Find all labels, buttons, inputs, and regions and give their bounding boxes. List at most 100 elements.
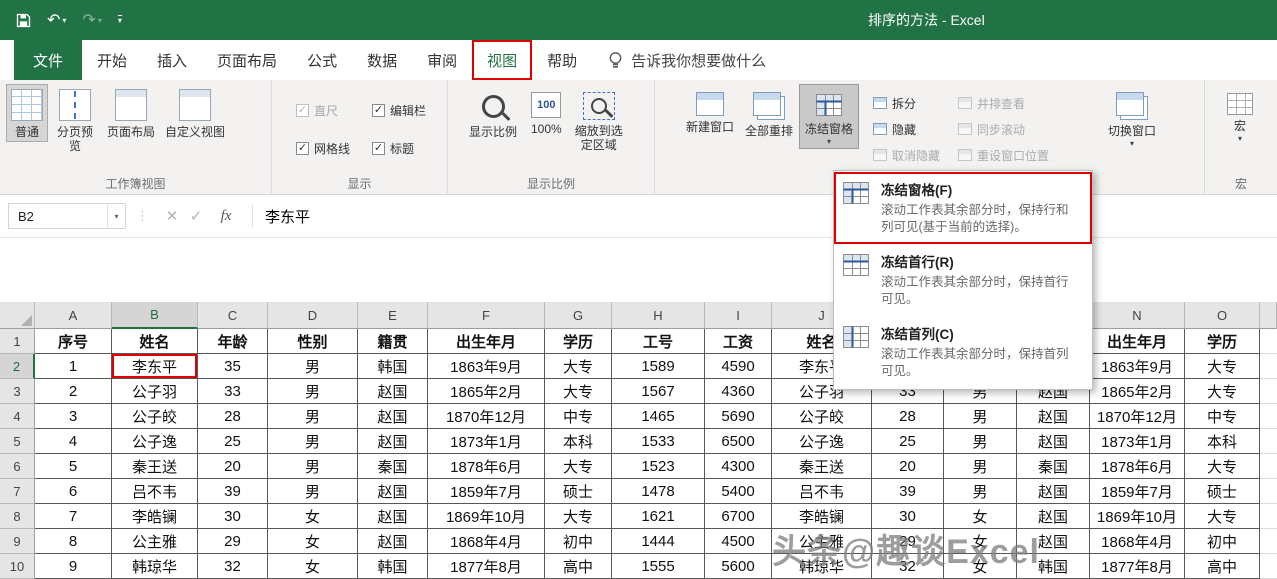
cell-F10[interactable]: 1877年8月 bbox=[428, 554, 545, 579]
cell-I9[interactable]: 4500 bbox=[705, 529, 772, 554]
cell-G8[interactable]: 大专 bbox=[545, 504, 612, 529]
cell-D7[interactable]: 男 bbox=[268, 479, 358, 504]
row-header-9[interactable]: 9 bbox=[0, 529, 35, 554]
view-side-by-side-button[interactable]: 并排查看 bbox=[958, 94, 1049, 112]
formula-bar-drag-handle[interactable]: ⋮ bbox=[136, 208, 150, 224]
cell-E8[interactable]: 赵国 bbox=[358, 504, 428, 529]
cell-D3[interactable]: 男 bbox=[268, 379, 358, 404]
split-button[interactable]: 拆分 bbox=[873, 94, 940, 112]
cell-N1[interactable]: 出生年月 bbox=[1090, 329, 1185, 354]
cell-C10[interactable]: 32 bbox=[198, 554, 268, 579]
cell-H9[interactable]: 1444 bbox=[612, 529, 705, 554]
save-button[interactable] bbox=[16, 13, 31, 28]
cell-O6[interactable]: 大专 bbox=[1185, 454, 1260, 479]
column-header-D[interactable]: D bbox=[268, 302, 358, 329]
cell-A5[interactable]: 4 bbox=[35, 429, 112, 454]
cell-O10[interactable]: 高中 bbox=[1185, 554, 1260, 579]
cell-G9[interactable]: 初中 bbox=[545, 529, 612, 554]
tab-insert[interactable]: 插入 bbox=[142, 40, 202, 80]
select-all-corner[interactable] bbox=[0, 302, 35, 329]
cell-J4[interactable]: 公子皎 bbox=[772, 404, 872, 429]
cell-G5[interactable]: 本科 bbox=[545, 429, 612, 454]
cell-A3[interactable]: 2 bbox=[35, 379, 112, 404]
name-box-dropdown-icon[interactable]: ▾ bbox=[107, 204, 125, 228]
cell-N7[interactable]: 1859年7月 bbox=[1090, 479, 1185, 504]
cell-K4[interactable]: 28 bbox=[872, 404, 944, 429]
tab-file[interactable]: 文件 bbox=[14, 40, 82, 80]
column-header-H[interactable]: H bbox=[612, 302, 705, 329]
cell-P4[interactable] bbox=[1260, 404, 1277, 429]
cell-F8[interactable]: 1869年10月 bbox=[428, 504, 545, 529]
cell-H3[interactable]: 1567 bbox=[612, 379, 705, 404]
cell-P6[interactable] bbox=[1260, 454, 1277, 479]
cell-I1[interactable]: 工资 bbox=[705, 329, 772, 354]
cell-G7[interactable]: 硕士 bbox=[545, 479, 612, 504]
cell-B2[interactable]: 李东平 bbox=[112, 354, 198, 379]
row-header-5[interactable]: 5 bbox=[0, 429, 35, 454]
cell-A1[interactable]: 序号 bbox=[35, 329, 112, 354]
cell-D5[interactable]: 男 bbox=[268, 429, 358, 454]
cell-A6[interactable]: 5 bbox=[35, 454, 112, 479]
cell-C7[interactable]: 39 bbox=[198, 479, 268, 504]
cell-P7[interactable] bbox=[1260, 479, 1277, 504]
page-break-preview-button[interactable]: 分页预览 bbox=[48, 84, 102, 156]
cell-D6[interactable]: 男 bbox=[268, 454, 358, 479]
macros-button[interactable]: 宏 ▾ bbox=[1222, 84, 1258, 146]
synchronous-scrolling-button[interactable]: 同步滚动 bbox=[958, 120, 1049, 138]
cell-G3[interactable]: 大专 bbox=[545, 379, 612, 404]
cell-C2[interactable]: 35 bbox=[198, 354, 268, 379]
row-header-8[interactable]: 8 bbox=[0, 504, 35, 529]
row-header-6[interactable]: 6 bbox=[0, 454, 35, 479]
cell-E9[interactable]: 赵国 bbox=[358, 529, 428, 554]
cell-E2[interactable]: 韩国 bbox=[358, 354, 428, 379]
cell-P3[interactable] bbox=[1260, 379, 1277, 404]
cell-B3[interactable]: 公子羽 bbox=[112, 379, 198, 404]
cell-I7[interactable]: 5400 bbox=[705, 479, 772, 504]
cell-J5[interactable]: 公子逸 bbox=[772, 429, 872, 454]
cell-H5[interactable]: 1533 bbox=[612, 429, 705, 454]
column-header-O[interactable]: O bbox=[1185, 302, 1260, 329]
menu-item-freeze-panes[interactable]: 冻结窗格(F) 滚动工作表其余部分时，保持行和列可见(基于当前的选择)。 bbox=[834, 172, 1092, 244]
cell-F2[interactable]: 1863年9月 bbox=[428, 354, 545, 379]
cell-E4[interactable]: 赵国 bbox=[358, 404, 428, 429]
zoom-100-button[interactable]: 100 100% bbox=[526, 84, 567, 139]
formula-bar-value[interactable]: 李东平 bbox=[265, 206, 310, 227]
cell-B10[interactable]: 韩琼华 bbox=[112, 554, 198, 579]
cell-C6[interactable]: 20 bbox=[198, 454, 268, 479]
cell-E1[interactable]: 籍贯 bbox=[358, 329, 428, 354]
cell-N4[interactable]: 1870年12月 bbox=[1090, 404, 1185, 429]
menu-item-freeze-first-column[interactable]: 冻结首列(C) 滚动工作表其余部分时，保持首列可见。 bbox=[834, 316, 1092, 388]
cell-L4[interactable]: 男 bbox=[944, 404, 1017, 429]
cell-O5[interactable]: 本科 bbox=[1185, 429, 1260, 454]
cell-B9[interactable]: 公主雅 bbox=[112, 529, 198, 554]
cell-D4[interactable]: 男 bbox=[268, 404, 358, 429]
column-header-C[interactable]: C bbox=[198, 302, 268, 329]
cell-C1[interactable]: 年龄 bbox=[198, 329, 268, 354]
enter-formula-icon[interactable]: ✓ bbox=[184, 207, 208, 225]
cell-E3[interactable]: 赵国 bbox=[358, 379, 428, 404]
cell-N8[interactable]: 1869年10月 bbox=[1090, 504, 1185, 529]
undo-button[interactable]: ↶▾ bbox=[47, 10, 66, 30]
cell-B7[interactable]: 吕不韦 bbox=[112, 479, 198, 504]
cell-M5[interactable]: 赵国 bbox=[1017, 429, 1090, 454]
cell-O7[interactable]: 硕士 bbox=[1185, 479, 1260, 504]
cell-J7[interactable]: 吕不韦 bbox=[772, 479, 872, 504]
formula-bar-checkbox[interactable]: 编辑栏 bbox=[372, 102, 426, 119]
column-header-A[interactable]: A bbox=[35, 302, 112, 329]
switch-windows-button[interactable]: 切换窗口 ▾ bbox=[1101, 84, 1163, 151]
cell-A10[interactable]: 9 bbox=[35, 554, 112, 579]
cell-E6[interactable]: 秦国 bbox=[358, 454, 428, 479]
cell-B5[interactable]: 公子逸 bbox=[112, 429, 198, 454]
cell-D10[interactable]: 女 bbox=[268, 554, 358, 579]
page-layout-view-button[interactable]: 页面布局 bbox=[102, 84, 160, 142]
cell-F9[interactable]: 1868年4月 bbox=[428, 529, 545, 554]
cell-I5[interactable]: 6500 bbox=[705, 429, 772, 454]
zoom-button[interactable]: 显示比例 bbox=[460, 84, 526, 142]
cell-P1[interactable] bbox=[1260, 329, 1277, 354]
cell-G2[interactable]: 大专 bbox=[545, 354, 612, 379]
row-header-10[interactable]: 10 bbox=[0, 554, 35, 579]
cell-O8[interactable]: 大专 bbox=[1185, 504, 1260, 529]
cell-C8[interactable]: 30 bbox=[198, 504, 268, 529]
cell-D8[interactable]: 女 bbox=[268, 504, 358, 529]
cell-P9[interactable] bbox=[1260, 529, 1277, 554]
